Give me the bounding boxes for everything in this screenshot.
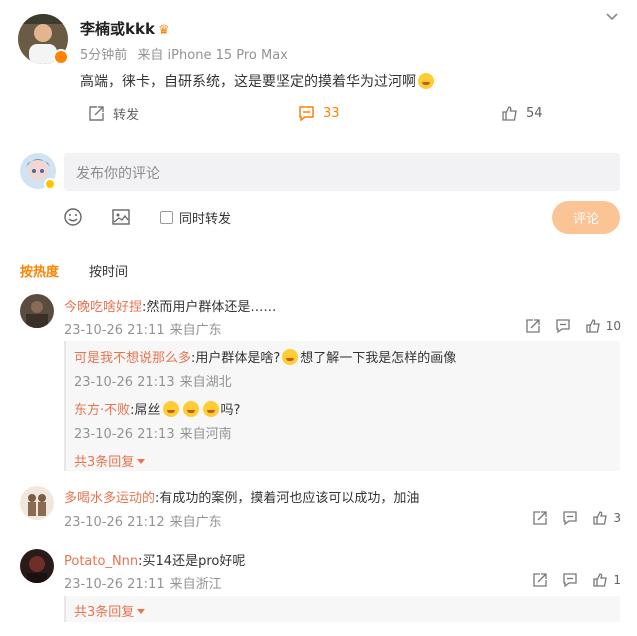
repost-icon[interactable]: [532, 572, 548, 588]
commenter-avatar[interactable]: [20, 486, 54, 520]
reply-location: 来自湖北: [179, 375, 232, 390]
comment-text: 今晚吃啥好捏:然而用户群体还是……: [64, 296, 276, 315]
post-text-content: 高端，徕卡，自研系统，这是要坚定的摸着华为过河啊: [80, 74, 416, 90]
reply-meta: 23-10-26 21:13 来自湖北: [74, 371, 237, 390]
thumbs-up-icon: [502, 105, 517, 121]
comment-location: 来自浙江: [169, 577, 222, 592]
comment-like-button[interactable]: 3: [592, 510, 621, 526]
caret-down-icon: [137, 459, 146, 464]
sort-tabs: 按热度 按时间: [20, 261, 128, 280]
tab-sort-hot[interactable]: 按热度: [20, 261, 59, 280]
comment-button[interactable]: 33: [298, 101, 340, 125]
like-button[interactable]: 54: [501, 101, 543, 125]
also-repost-checkbox[interactable]: [160, 211, 173, 224]
curious-face-emoji-icon: [282, 349, 299, 365]
scared-face-emoji-icon: [418, 73, 434, 89]
comment-meta: 23-10-26 21:12 来自广东: [64, 511, 227, 530]
repost-icon[interactable]: [525, 318, 541, 334]
reply-body-start: :屌丝: [130, 403, 161, 418]
post-time[interactable]: 5分钟前: [80, 48, 127, 63]
comment-body: :买14还是pro好呢: [138, 554, 246, 569]
reply-text: 东方·不败:屌丝 吗?: [74, 399, 240, 418]
reply-time: 23-10-26 21:13: [74, 427, 175, 442]
smiley-icon: [64, 208, 82, 226]
comment-like-button[interactable]: 10: [585, 318, 621, 334]
verified-badge-icon: [53, 49, 69, 65]
laugh-cry-emoji-icon: [202, 401, 219, 417]
commenter-name[interactable]: Potato_Nnn: [64, 554, 138, 569]
reply-body-end: 想了解一下我是怎样的画像: [300, 351, 457, 366]
reply-list: [64, 596, 620, 622]
comment-time: 23-10-26 21:12: [64, 515, 165, 530]
comment-body: :有成功的案例，摸着河也应该可以成功，加油: [155, 491, 420, 506]
chevron-down-icon[interactable]: [605, 10, 619, 24]
laugh-cry-emoji-icon: [162, 401, 179, 417]
post-actions: 转发 33 54: [0, 101, 637, 125]
commenter-avatar[interactable]: [20, 294, 54, 328]
reply-time: 23-10-26 21:13: [74, 375, 175, 390]
user-verified-badge-icon: [44, 178, 56, 190]
thumbs-up-icon: [593, 511, 608, 525]
author-name[interactable]: 李楠或kkk: [80, 20, 155, 38]
repost-button[interactable]: 转发: [88, 101, 139, 125]
commenter-name[interactable]: 多喝水多运动的: [64, 491, 155, 506]
comment-like-count: 10: [605, 319, 621, 333]
replier-name[interactable]: 东方·不败: [74, 403, 130, 418]
comment-location: 来自广东: [169, 515, 222, 530]
more-replies-link[interactable]: 共3条回复: [74, 601, 146, 620]
repost-icon: [89, 105, 104, 121]
comment-icon: [299, 105, 314, 121]
also-repost-label: 同时转发: [179, 212, 232, 227]
comment-icon[interactable]: [562, 510, 578, 526]
post-source: 来自 iPhone 15 Pro Max: [137, 48, 288, 63]
comment-like-button[interactable]: 1: [592, 572, 621, 588]
comment-actions: 10: [525, 318, 621, 334]
image-button[interactable]: [111, 207, 131, 231]
comment-like-count: 1: [613, 573, 621, 587]
more-replies-label: 共3条回复: [74, 605, 135, 620]
comment-input-placeholder: 发布你的评论: [76, 166, 160, 182]
post-text: 高端，徕卡，自研系统，这是要坚定的摸着华为过河啊: [80, 71, 436, 91]
reply-location: 来自河南: [179, 427, 232, 442]
reply-body-end: 吗?: [220, 403, 241, 418]
comment-icon[interactable]: [555, 318, 571, 334]
post-meta: 5分钟前 来自 iPhone 15 Pro Max: [80, 44, 294, 63]
comment-actions: 3: [532, 510, 621, 526]
comment-like-count: 3: [613, 511, 621, 525]
comment-time: 23-10-26 21:11: [64, 577, 165, 592]
thumbs-up-icon: [586, 319, 600, 333]
comment-time: 23-10-26 21:11: [64, 323, 165, 338]
reply-text: 可是我不想说那么多:用户群体是啥? 想了解一下我是怎样的画像: [74, 347, 456, 366]
comment-meta: 23-10-26 21:11 来自浙江: [64, 573, 227, 592]
also-repost-option[interactable]: 同时转发: [160, 208, 231, 227]
commenter-name[interactable]: 今晚吃啥好捏: [64, 300, 142, 315]
submit-comment-button[interactable]: 评论: [552, 201, 620, 234]
comment-text: 多喝水多运动的:有成功的案例，摸着河也应该可以成功，加油: [64, 487, 419, 506]
comment-body: :然而用户群体还是……: [142, 300, 277, 315]
comment-count: 33: [323, 105, 340, 121]
reply-meta: 23-10-26 21:13 来自河南: [74, 423, 237, 442]
like-count: 54: [526, 105, 543, 121]
reply-body-start: :用户群体是啥?: [191, 351, 281, 366]
comment-text: Potato_Nnn:买14还是pro好呢: [64, 550, 245, 569]
thumbs-up-icon: [593, 573, 608, 587]
comment-meta: 23-10-26 21:11 来自广东: [64, 319, 227, 338]
comment-location: 来自广东: [169, 323, 222, 338]
comment-actions: 1: [532, 572, 621, 588]
emoji-button[interactable]: [63, 207, 83, 231]
comment-icon[interactable]: [562, 572, 578, 588]
comment-input[interactable]: 发布你的评论: [64, 153, 620, 191]
image-icon: [112, 209, 130, 225]
commenter-avatar[interactable]: [20, 549, 54, 583]
replier-name[interactable]: 可是我不想说那么多: [74, 351, 191, 366]
more-replies-label: 共3条回复: [74, 455, 135, 470]
vip-crown-icon: ♛: [157, 23, 170, 38]
caret-down-icon: [137, 609, 146, 614]
tab-sort-time[interactable]: 按时间: [89, 261, 128, 280]
repost-label: 转发: [113, 107, 140, 123]
laugh-cry-emoji-icon: [182, 401, 199, 417]
more-replies-link[interactable]: 共3条回复: [74, 451, 146, 470]
repost-icon[interactable]: [532, 510, 548, 526]
